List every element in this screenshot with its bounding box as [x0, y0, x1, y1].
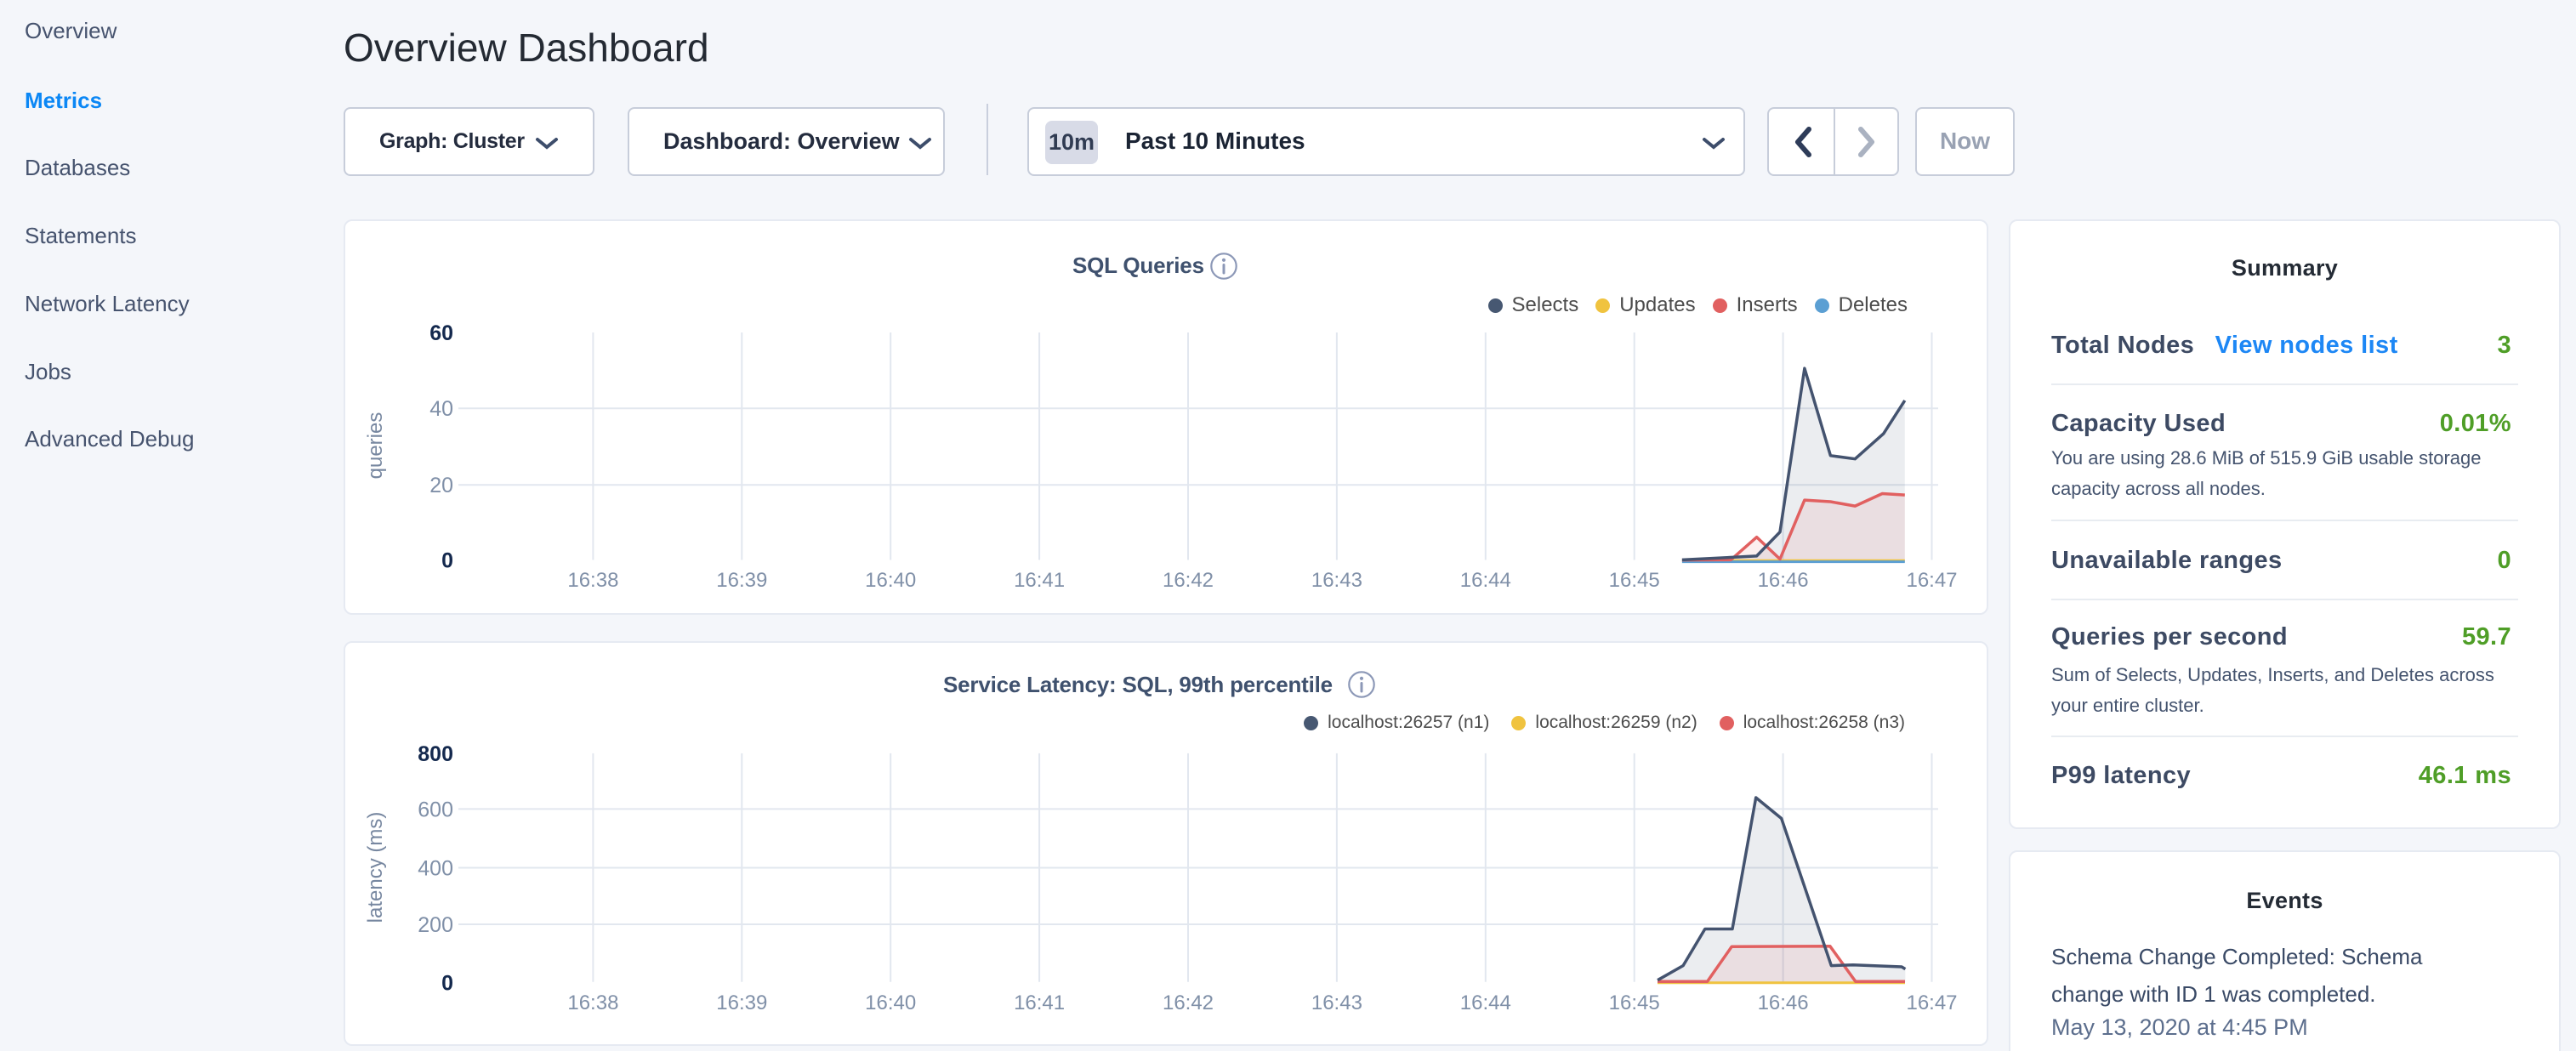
svg-text:latency (ms): latency (ms) — [364, 812, 387, 923]
svg-text:16:39: 16:39 — [716, 569, 767, 592]
svg-text:16:42: 16:42 — [1163, 991, 1214, 1014]
svg-text:200: 200 — [418, 913, 453, 937]
svg-text:16:41: 16:41 — [1014, 991, 1065, 1014]
svg-text:20: 20 — [429, 474, 453, 497]
svg-text:16:47: 16:47 — [1906, 569, 1957, 592]
svg-text:16:42: 16:42 — [1163, 569, 1214, 592]
svg-text:16:38: 16:38 — [567, 991, 618, 1014]
svg-text:60: 60 — [429, 321, 453, 345]
svg-text:16:45: 16:45 — [1609, 991, 1660, 1014]
svg-text:16:40: 16:40 — [865, 569, 916, 592]
svg-text:16:46: 16:46 — [1758, 569, 1809, 592]
svg-text:40: 40 — [429, 397, 453, 421]
svg-text:16:40: 16:40 — [865, 991, 916, 1014]
svg-text:queries: queries — [364, 412, 387, 480]
svg-text:800: 800 — [418, 742, 453, 766]
svg-text:16:47: 16:47 — [1906, 991, 1957, 1014]
svg-text:16:39: 16:39 — [716, 991, 767, 1014]
svg-text:16:38: 16:38 — [567, 569, 618, 592]
svg-text:16:43: 16:43 — [1311, 569, 1362, 592]
svg-text:600: 600 — [418, 798, 453, 821]
svg-text:0: 0 — [441, 972, 453, 996]
svg-text:16:46: 16:46 — [1758, 991, 1809, 1014]
svg-text:16:43: 16:43 — [1311, 991, 1362, 1014]
svg-text:0: 0 — [441, 549, 453, 573]
svg-text:16:45: 16:45 — [1609, 569, 1660, 592]
svg-text:16:44: 16:44 — [1460, 569, 1511, 592]
svg-text:400: 400 — [418, 857, 453, 881]
svg-text:16:41: 16:41 — [1014, 569, 1065, 592]
svg-text:16:44: 16:44 — [1460, 991, 1511, 1014]
